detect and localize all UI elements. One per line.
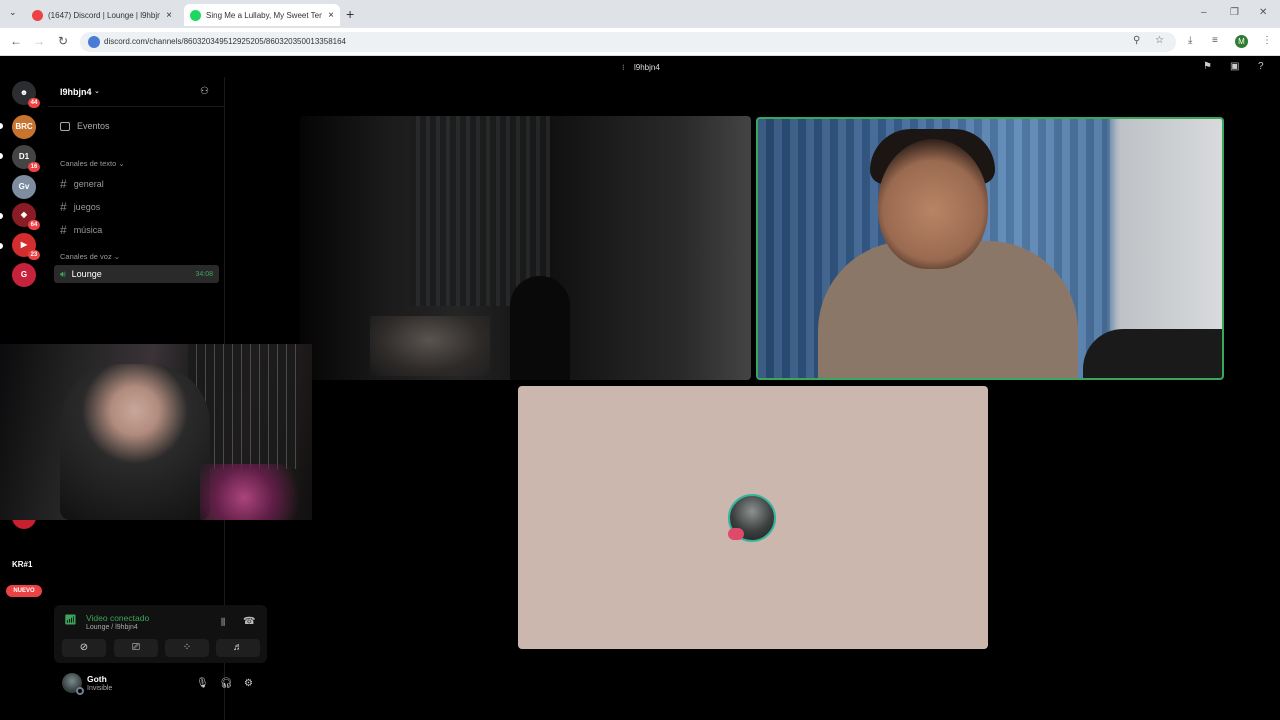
- title-strip: ⁝ l9hbjn4 ⚑ ▣ ?: [0, 57, 1280, 77]
- tab-search-icon[interactable]: ⌄: [9, 7, 17, 18]
- hash-icon: #: [60, 223, 67, 237]
- channel-general[interactable]: # general: [60, 177, 104, 191]
- close-window-icon[interactable]: ✕: [1259, 7, 1267, 18]
- unread-badge: 16: [28, 162, 40, 172]
- disconnect-icon[interactable]: ☎: [243, 616, 255, 627]
- reload-icon[interactable]: ↻: [58, 34, 68, 48]
- tab-music[interactable]: Sing Me a Lullaby, My Sweet Temptation ×: [184, 4, 340, 26]
- video-tile-speaking[interactable]: [756, 117, 1224, 380]
- download-icon[interactable]: ⤓: [1188, 35, 1192, 46]
- noise-suppression-icon[interactable]: ⫼: [221, 617, 225, 628]
- minimize-icon[interactable]: –: [1201, 7, 1207, 18]
- tab-title: Sing Me a Lullaby, My Sweet Temptation: [206, 10, 322, 20]
- unread-badge: 44: [28, 98, 40, 108]
- status-indicator: [76, 687, 84, 695]
- maximize-icon[interactable]: ❐: [1230, 7, 1239, 18]
- soundboard-button[interactable]: ♬: [216, 639, 260, 657]
- new-badge: NUEVO: [6, 585, 42, 597]
- forward-icon[interactable]: →: [33, 34, 45, 48]
- bookmark-star-icon[interactable]: ☆: [1155, 35, 1164, 46]
- address-bar-row: ← → ↻ discord.com/channels/8603203495129…: [0, 28, 1280, 56]
- hash-icon: #: [60, 177, 67, 191]
- voice-channel-lounge[interactable]: 🔊︎ Lounge 34:08: [54, 265, 219, 283]
- discord-app: ⁝ l9hbjn4 ⚑ ▣ ? ☻ 44 BRC D1 16 Gv ◆ 64 ▶ 23 …: [0, 57, 1280, 720]
- settings-gear-icon[interactable]: ⚙: [244, 678, 253, 689]
- new-tab-button[interactable]: +: [346, 6, 354, 22]
- chevron-down-icon: ⌄: [94, 88, 100, 95]
- media-icon[interactable]: ≡: [1212, 35, 1218, 46]
- channel-musica[interactable]: # música: [60, 223, 102, 237]
- close-tab-icon[interactable]: ×: [328, 10, 334, 21]
- browser-tab-bar: ⌄ (1647) Discord | Lounge | l9hbjn4 × Si…: [0, 0, 1280, 28]
- username: Goth: [87, 674, 107, 684]
- participant-avatar: [728, 494, 776, 542]
- url-text: discord.com/channels/860320349512925205/…: [104, 37, 346, 46]
- events-label: Eventos: [77, 121, 110, 131]
- user-status: Invisible: [87, 685, 113, 692]
- server-name: l9hbjn4: [60, 87, 92, 97]
- voice-location[interactable]: Lounge / l9hbjn4: [86, 624, 138, 631]
- voice-channel-timer: 34:08: [195, 270, 213, 278]
- zoom-icon[interactable]: ⚲: [1133, 35, 1140, 46]
- hash-icon: #: [60, 200, 67, 214]
- help-icon[interactable]: ?: [1258, 61, 1264, 72]
- video-tile-dark-room[interactable]: [300, 116, 751, 380]
- voice-channels-category[interactable]: Canales de voz ⌄: [60, 252, 120, 261]
- server-header[interactable]: l9hbjn4 ⌄ ⚇: [48, 77, 225, 107]
- server-brc-icon[interactable]: BRC: [12, 115, 36, 139]
- text-channels-category[interactable]: Canales de texto ⌄: [60, 159, 125, 168]
- url-field[interactable]: discord.com/channels/860320349512925205/…: [80, 32, 1176, 52]
- tab-discord[interactable]: (1647) Discord | Lounge | l9hbjn4 ×: [26, 4, 178, 26]
- flag-icon[interactable]: ⚑: [1203, 61, 1212, 72]
- muted-icon: [728, 528, 744, 540]
- back-icon[interactable]: ←: [10, 34, 22, 48]
- speaker-icon: 🔊︎: [60, 268, 66, 279]
- server-play-icon[interactable]: ▶ 23: [12, 233, 40, 260]
- signal-icon: 📶︎: [64, 615, 77, 626]
- unread-badge: 23: [28, 250, 40, 260]
- unread-badge: 64: [28, 220, 40, 230]
- close-tab-icon[interactable]: ×: [166, 10, 172, 21]
- streamer-webcam-overlay: [0, 344, 312, 520]
- window-title: l9hbjn4: [634, 63, 660, 72]
- server-kr-label[interactable]: KR#1: [12, 560, 32, 569]
- server-red-icon[interactable]: ◆ 64: [12, 203, 40, 230]
- server-gv-icon[interactable]: Gv: [12, 175, 36, 199]
- voice-channel-name: Lounge: [71, 269, 102, 279]
- calendar-icon: [60, 121, 70, 131]
- avatar[interactable]: [62, 673, 84, 695]
- profile-avatar[interactable]: M: [1235, 35, 1248, 48]
- channel-juegos[interactable]: # juegos: [60, 200, 100, 214]
- menu-icon[interactable]: ⋮: [1262, 35, 1272, 46]
- events-item[interactable]: Eventos: [60, 121, 110, 131]
- microphone-icon[interactable]: 🎙︎: [196, 678, 209, 689]
- voice-status[interactable]: Video conectado: [86, 613, 149, 623]
- user-panel: Goth Invisible 🎙︎ 🎧︎ ⚙: [54, 669, 267, 699]
- headphones-icon[interactable]: 🎧︎: [220, 678, 233, 689]
- server-indicator-icon: ⁝: [622, 63, 625, 72]
- tab-title: (1647) Discord | Lounge | l9hbjn4: [48, 10, 161, 20]
- video-tile-avatar-only[interactable]: [518, 386, 988, 649]
- site-info-icon[interactable]: [88, 36, 100, 48]
- direct-messages-icon[interactable]: ☻ 44: [12, 81, 40, 108]
- inbox-icon[interactable]: ▣: [1230, 61, 1239, 72]
- invite-people-icon[interactable]: ⚇: [200, 86, 209, 97]
- server-d1-icon[interactable]: D1 16: [12, 145, 40, 172]
- screen-share-button[interactable]: ⎚: [114, 639, 158, 657]
- discord-favicon-icon: [32, 9, 43, 21]
- server-g-icon[interactable]: G: [12, 263, 36, 287]
- voice-connection-panel: 📶︎ Video conectado Lounge / l9hbjn4 ⫼ ☎ …: [54, 605, 267, 663]
- camera-off-button[interactable]: ⊘: [62, 639, 106, 657]
- activities-button[interactable]: ⁘: [165, 639, 209, 657]
- music-favicon-icon: [190, 9, 201, 21]
